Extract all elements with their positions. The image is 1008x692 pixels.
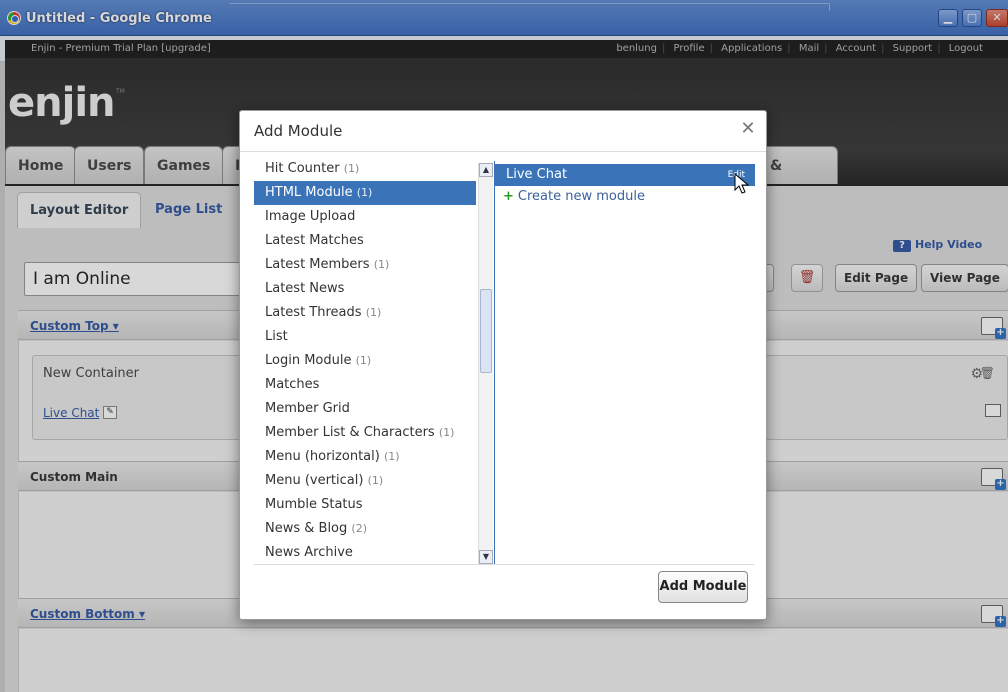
plus-icon: + (503, 189, 514, 204)
list-item[interactable]: Latest News (254, 277, 476, 301)
divider (240, 151, 766, 152)
create-new-module-link[interactable]: + Create new module (503, 189, 645, 204)
scroll-up-icon[interactable]: ▲ (479, 163, 493, 177)
list-item[interactable]: Image Upload (254, 205, 476, 229)
list-scrollbar[interactable]: ▲ ▼ (478, 163, 493, 564)
module-instance-list: Live Chat Edit +Create new module (494, 161, 755, 564)
list-item[interactable]: Login Module (1) (254, 349, 476, 373)
list-item[interactable]: Menu (horizontal) (1) (254, 445, 476, 469)
list-item[interactable]: News Archive (254, 541, 476, 564)
instance-label: Live Chat (506, 167, 568, 182)
list-item[interactable]: News & Blog (2) (254, 517, 476, 541)
close-icon[interactable]: ✕ (739, 120, 757, 138)
create-new-label: Create new module (517, 189, 645, 204)
module-type-list: Hit Counter (1) HTML Module (1) Image Up… (254, 161, 494, 564)
list-item[interactable]: Menu (vertical) (1) (254, 469, 476, 493)
divider (254, 564, 754, 565)
list-item[interactable]: Hit Counter (1) (254, 161, 476, 181)
add-module-dialog: Add Module ✕ Hit Counter (1) HTML Module… (239, 110, 767, 620)
scroll-down-icon[interactable]: ▼ (479, 550, 493, 564)
list-item[interactable]: Member List & Characters (1) (254, 421, 476, 445)
list-item[interactable]: Matches (254, 373, 476, 397)
instance-item-live-chat[interactable]: Live Chat Edit (495, 164, 755, 186)
list-item[interactable]: Latest Members (1) (254, 253, 476, 277)
dialog-title: Add Module (254, 122, 343, 140)
list-item[interactable]: Mumble Status (254, 493, 476, 517)
list-item[interactable]: Latest Matches (254, 229, 476, 253)
scroll-thumb[interactable] (480, 289, 492, 373)
list-item[interactable]: List (254, 325, 476, 349)
mouse-cursor-icon (734, 173, 750, 194)
list-item[interactable]: Latest Threads (1) (254, 301, 476, 325)
list-item[interactable]: Member Grid (254, 397, 476, 421)
list-item-selected[interactable]: HTML Module (1) (254, 181, 476, 205)
add-module-button[interactable]: Add Module (658, 571, 748, 603)
